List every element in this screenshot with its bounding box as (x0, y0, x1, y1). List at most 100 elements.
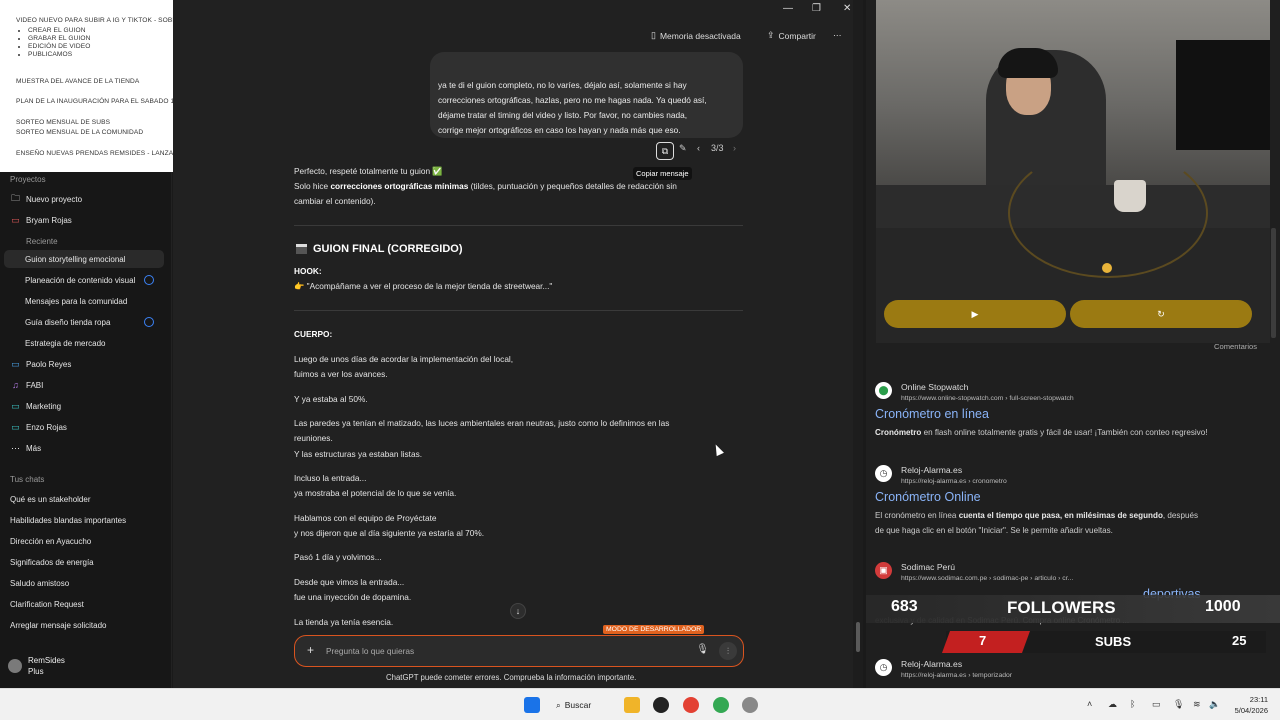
result-title[interactable]: Cronómetro Online (875, 490, 1275, 504)
new-project-button[interactable]: 🗀 Nuevo proyecto (4, 190, 164, 208)
voice-mode-icon[interactable]: ⫶ (719, 642, 737, 660)
site-name: Reloj-Alarma.es (901, 465, 963, 475)
script-line: Hablamos con el equipo de Proyéctate (294, 513, 437, 523)
sidebar-project-paolo[interactable]: ▭ Paolo Reyes (4, 355, 164, 373)
user-message-line: correcciones ortográficas, hazlas, pero … (438, 95, 707, 105)
folder-icon: ▭ (11, 214, 20, 225)
hook-label: HOOK: (294, 266, 322, 276)
sidebar-recent-item[interactable]: Planeación de contenido visual (4, 271, 164, 289)
comments-link[interactable]: Comentarios (1214, 342, 1257, 351)
maximize-icon[interactable]: ❐ (812, 3, 821, 14)
chat-item[interactable]: Significados de energía (4, 553, 164, 571)
battery-icon[interactable]: ▭ (1152, 699, 1161, 710)
tray-chevron-icon[interactable]: ˄ (1087, 699, 1092, 709)
prompt-input[interactable]: Pregunta lo que quieras (326, 646, 414, 656)
divider (294, 225, 743, 226)
site-url: https://reloj-alarma.es › cronometro (901, 478, 1007, 485)
notes-task: PUBLICAMOS (28, 51, 90, 59)
project-label: Paolo Reyes (26, 359, 72, 369)
script-line: fuimos a ver los avances. (294, 369, 388, 379)
next-version-icon[interactable]: › (733, 143, 736, 153)
recent-label: Planeación de contenido visual (25, 275, 136, 285)
result-snippet: Cronómetro en flash online totalmente gr… (875, 425, 1275, 440)
memory-off-icon: ▯ (651, 30, 656, 40)
prompt-composer[interactable]: + Pregunta lo que quieras 🎙 ⫶ (294, 635, 744, 667)
developer-mode-badge: MODO DE DESARROLLADOR (603, 625, 705, 634)
reset-button[interactable]: ↻ (1070, 300, 1252, 328)
sidebar-recent-item[interactable]: Guion storytelling emocional (4, 250, 164, 268)
chat-item[interactable]: Qué es un stakeholder (4, 490, 164, 508)
assistant-bold-text: correcciones ortográficas mínimas (330, 181, 469, 191)
chat-item[interactable]: Saludo amistoso (4, 574, 164, 592)
sidebar-recent-item[interactable]: Estrategia de mercado (4, 334, 164, 352)
add-attachment-icon[interactable]: + (307, 643, 314, 657)
chat-item[interactable]: Arreglar mensaje solicitado (4, 616, 164, 634)
minimize-icon[interactable]: — (783, 3, 793, 14)
result-site: ◷ Reloj-Alarma.es https://reloj-alarma.es… (875, 659, 1275, 681)
sidebar-project-fabi[interactable]: ♫ FABI (4, 376, 164, 394)
bluetooth-icon[interactable]: ᛒ (1130, 699, 1135, 709)
memory-status-button[interactable]: ▯ Memoria desactivada (651, 30, 741, 41)
recent-section-label: Reciente (26, 237, 58, 246)
sidebar-project-marketing[interactable]: ▭ Marketing (4, 397, 164, 415)
chat-item[interactable]: Clarification Request (4, 595, 164, 613)
search-result[interactable]: ⬤ Online Stopwatch https://www.online-sto… (875, 382, 1275, 440)
cloud-icon[interactable]: ☁ (1108, 699, 1117, 710)
user-account-button[interactable]: RemSides Plus (8, 655, 65, 677)
notes-task: CREAR EL GUION (28, 27, 90, 35)
sidebar-project-bryam[interactable]: ▭ Bryam Rojas (4, 211, 164, 229)
user-message-line: corrige mejor ortográficos en caso los h… (438, 125, 681, 135)
assistant-text: Solo hice (294, 181, 331, 191)
panel-scrollbar[interactable] (1271, 228, 1276, 338)
share-button[interactable]: ⇪ Compartir (767, 30, 816, 41)
sidebar-more[interactable]: ⋯ Más (4, 439, 164, 457)
chat-item[interactable]: Dirección en Ayacucho (4, 532, 164, 550)
user-message-bubble: ya te di el guion completo, no lo varíes… (430, 52, 743, 138)
script-line: reuniones. (294, 433, 333, 443)
followers-label: FOLLOWERS (1007, 598, 1116, 617)
wifi-icon[interactable]: ≋ (1193, 699, 1201, 710)
taskbar-clock[interactable]: 23:11 5/04/2026 (1235, 694, 1268, 716)
sidebar-recent-item[interactable]: Guía diseño tienda ropa (4, 313, 164, 331)
scroll-down-button[interactable]: ↓ (510, 603, 526, 619)
chat-label: Clarification Request (10, 599, 84, 609)
copy-message-icon[interactable]: ⧉ (656, 142, 674, 160)
taskbar-search[interactable]: ⌕ Buscar (556, 696, 608, 714)
microphone-tray-icon[interactable]: 🎙 (1173, 699, 1184, 710)
file-explorer-icon[interactable] (624, 697, 640, 713)
sidebar-project-enzo[interactable]: ▭ Enzo Rojas (4, 418, 164, 436)
search-result[interactable]: ◷ Reloj-Alarma.es https://reloj-alarma.es… (875, 659, 1275, 681)
chat-scrollbar[interactable] (853, 0, 863, 688)
sidebar-recent-item[interactable]: Mensajes para la comunidad (4, 292, 164, 310)
taskbar: ⌕ Buscar ˄ ☁ ᛒ ▭ 🎙 ≋ 🔈 23:11 5/04/2026 (0, 688, 1280, 720)
assistant-text: (tildes, puntuación y pequeños detalles … (468, 181, 677, 191)
edit-message-icon[interactable]: ✎ (679, 143, 687, 154)
project-label: Bryam Rojas (26, 215, 72, 225)
more-options-icon[interactable]: ⋯ (833, 30, 842, 41)
version-counter: 3/3 (711, 143, 724, 153)
chrome-icon[interactable] (683, 697, 699, 713)
volume-icon[interactable]: 🔈 (1209, 699, 1220, 710)
chatgpt-app-icon[interactable] (653, 697, 669, 713)
assistant-intro: Perfecto, respeté totalmente tu guion ✅ (294, 166, 443, 176)
scroll-thumb[interactable] (856, 622, 860, 652)
search-result[interactable]: ◷ Reloj-Alarma.es https://reloj-alarma.es… (875, 465, 1275, 538)
browser-panel: ▶ ↻ Comentarios ⬤ Online Stopwatch https:… (866, 0, 1280, 688)
close-icon[interactable]: ✕ (843, 3, 851, 14)
chat-item[interactable]: Habilidades blandas importantes (4, 511, 164, 529)
script-line: Pasó 1 día y volvimos... (294, 552, 382, 562)
windows-start-icon[interactable] (524, 697, 540, 713)
status-ring-icon (144, 317, 154, 327)
result-site: ▣ Sodimac Perú https://www.sodimac.com.pe… (875, 562, 1275, 584)
site-favicon-icon: ◷ (875, 659, 892, 676)
script-line: Luego de unos días de acordar la impleme… (294, 354, 514, 364)
microphone-icon[interactable]: 🎙 (696, 644, 709, 655)
play-button[interactable]: ▶ (884, 300, 1066, 328)
result-title[interactable]: Cronómetro en línea (875, 407, 1275, 421)
script-line: Y ya estaba al 50%. (294, 394, 368, 404)
clock-date: 5/04/2026 (1234, 706, 1268, 715)
site-favicon-icon: ⬤ (875, 382, 892, 399)
settings-icon[interactable] (742, 697, 758, 713)
prev-version-icon[interactable]: ‹ (697, 143, 700, 153)
chrome-profile-icon[interactable] (713, 697, 729, 713)
